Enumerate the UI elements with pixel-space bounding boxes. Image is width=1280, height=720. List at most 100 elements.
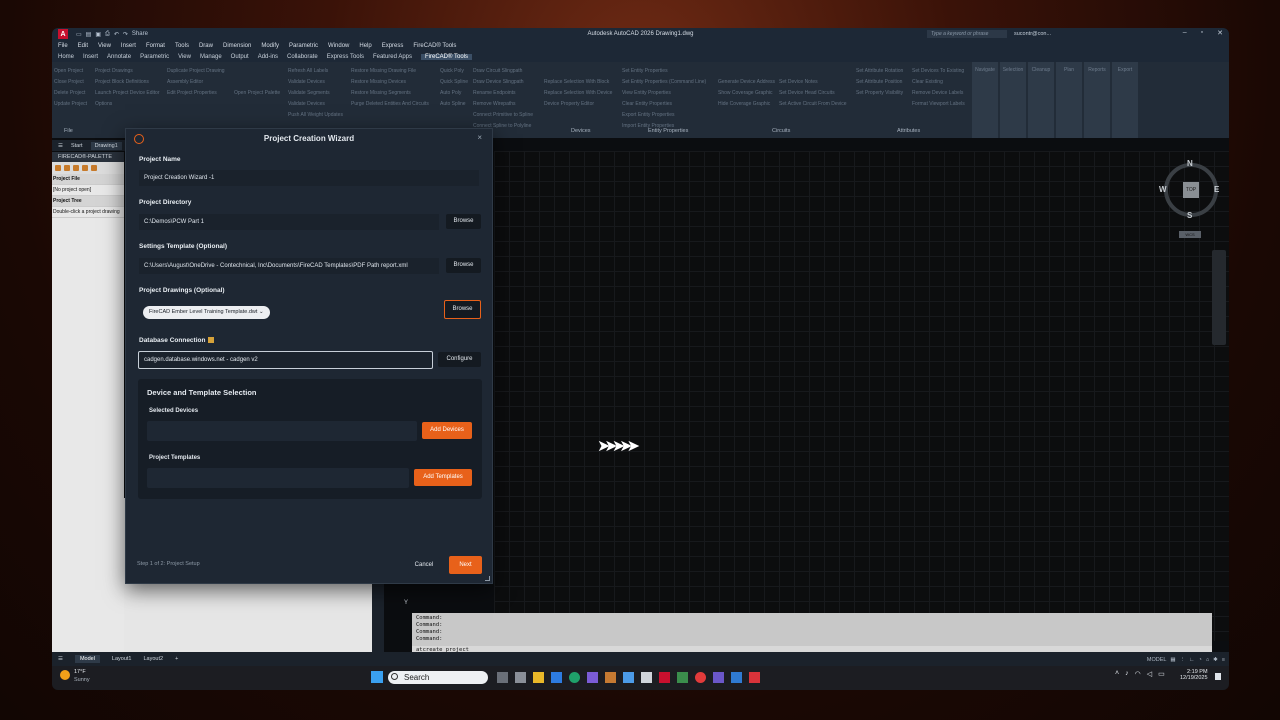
save-icon[interactable]	[82, 165, 88, 171]
drawing-canvas[interactable]	[494, 151, 1229, 641]
menu-parametric[interactable]: Parametric	[289, 43, 318, 49]
ribbon-item[interactable]: Assembly Editor	[167, 77, 225, 88]
drawing-chip[interactable]: FireCAD Ember Level Training Template.dw…	[143, 306, 270, 319]
app-icon[interactable]	[677, 672, 688, 683]
ribbon-item[interactable]: Open Project	[54, 66, 87, 77]
database-connection-input[interactable]: cadgen.database.windows.net - cadgen v2	[138, 351, 433, 369]
tab-model[interactable]: Model	[74, 655, 100, 663]
ribbon-item[interactable]: Replace Selection With Device	[544, 88, 612, 99]
hamburger-icon[interactable]: ☰	[58, 143, 63, 149]
keyword-search-input[interactable]: Type a keyword or phrase	[927, 30, 1007, 38]
ribbon-item[interactable]: Generate Device Address	[718, 77, 775, 88]
ribbon-label-entity-properties[interactable]: Entity Properties	[648, 128, 688, 134]
add-templates-button[interactable]: Add Templates	[414, 469, 472, 486]
navigation-bar[interactable]	[1212, 250, 1226, 345]
add-devices-button[interactable]: Add Devices	[422, 422, 472, 439]
ribbon-item[interactable]: Restore Missing Devices	[351, 77, 429, 88]
tab-manage[interactable]: Manage	[200, 54, 222, 60]
browse-directory-button[interactable]: Browse	[446, 214, 481, 229]
tab-output[interactable]: Output	[231, 54, 249, 60]
ribbon-item[interactable]: Show Coverage Graphic	[718, 88, 775, 99]
project-name-input[interactable]: Project Creation Wizard -1	[139, 170, 479, 186]
compass-south[interactable]: S	[1187, 211, 1192, 220]
app-icon[interactable]	[641, 672, 652, 683]
ribbon-item[interactable]: Validate Devices	[288, 77, 343, 88]
widgets-icon[interactable]	[515, 672, 526, 683]
project-directory-input[interactable]: C:\Demos\PCW Part 1	[139, 214, 439, 230]
weather-temp[interactable]: 17°F	[74, 669, 86, 675]
refresh-icon[interactable]	[73, 165, 79, 171]
app-icon[interactable]	[587, 672, 598, 683]
clock[interactable]: 2:19 PM 12/19/2025	[1180, 669, 1208, 681]
ribbon-item[interactable]: Options	[95, 99, 159, 110]
ribbon-item[interactable]: Set Property Visibility	[856, 88, 903, 99]
ribbon-item[interactable]: Set Active Circuit From Device	[779, 99, 847, 110]
tab-collaborate[interactable]: Collaborate	[287, 54, 318, 60]
tab-annotate[interactable]: Annotate	[107, 54, 131, 60]
ribbon-item[interactable]: Set Entity Properties (Command Line)	[622, 77, 706, 88]
mic-icon[interactable]: ♪	[1125, 670, 1129, 678]
app-logo-icon[interactable]: A	[58, 29, 68, 39]
menu-draw[interactable]: Draw	[199, 43, 213, 49]
ribbon-item[interactable]: Delete Project	[54, 88, 87, 99]
polar-icon[interactable]: ◔	[1199, 657, 1202, 663]
ribbon-label-circuits[interactable]: Circuits	[772, 128, 790, 134]
ribbon-item[interactable]: Draw Device Slingpath	[473, 77, 533, 88]
copilot-icon[interactable]	[551, 672, 562, 683]
task-view-icon[interactable]	[497, 672, 508, 683]
ribbon-item[interactable]: Connect Primitive to Spline	[473, 110, 533, 121]
tab-start[interactable]: Start	[71, 143, 83, 149]
menu-view[interactable]: View	[98, 43, 111, 49]
ortho-icon[interactable]: ∟	[1189, 657, 1194, 663]
user-account[interactable]: sucontr@con...	[1014, 31, 1051, 37]
reports-button[interactable]: Reports	[1084, 62, 1110, 138]
undo-icon[interactable]: ↶	[114, 31, 119, 38]
save-icon[interactable]: ▣	[95, 31, 101, 38]
ribbon-item[interactable]: Update Project	[54, 99, 87, 110]
wifi-icon[interactable]: ◠	[1135, 670, 1141, 678]
customize-icon[interactable]: ≡	[1222, 657, 1225, 663]
resize-grip-icon[interactable]	[485, 576, 490, 581]
viewcube[interactable]: TOP	[1164, 163, 1218, 217]
battery-icon[interactable]: ▭	[1158, 670, 1165, 678]
ribbon-item[interactable]: Validate Segments	[288, 88, 343, 99]
ribbon-item[interactable]: Project Block Definitions	[95, 77, 159, 88]
tab-add-ins[interactable]: Add-ins	[258, 54, 278, 60]
plan-button[interactable]: Plan	[1056, 62, 1082, 138]
tab-firecad-tools[interactable]: FireCAD® Tools	[421, 53, 472, 60]
ribbon-item[interactable]: Purge Deleted Entities And Circuits	[351, 99, 429, 110]
browse-drawings-button[interactable]: Browse	[444, 300, 481, 319]
ribbon-item[interactable]: Open Project Palette	[234, 88, 280, 99]
configure-button[interactable]: Configure	[438, 352, 481, 367]
ribbon-label-attributes[interactable]: Attributes	[897, 128, 920, 134]
ribbon-item[interactable]: Quick Spline	[440, 77, 468, 88]
notification-bell-icon[interactable]	[1215, 673, 1221, 680]
edge-icon[interactable]	[569, 672, 580, 683]
tab-drawing1[interactable]: Drawing1	[90, 141, 122, 150]
close-icon[interactable]: ×	[477, 133, 482, 142]
menu-window[interactable]: Window	[328, 43, 349, 49]
cancel-button[interactable]: Cancel	[408, 557, 440, 574]
ribbon-item[interactable]: Set Attribute Position	[856, 77, 903, 88]
wcs-menu[interactable]: WCS	[1179, 231, 1201, 238]
tab-insert[interactable]: Insert	[83, 54, 98, 60]
redo-icon[interactable]: ↷	[123, 31, 128, 38]
outlook-icon[interactable]	[731, 672, 742, 683]
app-icon[interactable]	[605, 672, 616, 683]
cleanup-button[interactable]: Cleanup	[1028, 62, 1054, 138]
add-layout-icon[interactable]: +	[175, 656, 178, 662]
ribbon-label-file[interactable]: File	[64, 128, 73, 134]
print-icon[interactable]: ⎙	[105, 31, 110, 38]
menu-edit[interactable]: Edit	[78, 43, 88, 49]
menu-tools[interactable]: Tools	[175, 43, 189, 49]
ribbon-item[interactable]: Export Entity Properties	[622, 110, 706, 121]
ribbon-item[interactable]: Set Device Notes	[779, 77, 847, 88]
tab-parametric[interactable]: Parametric	[140, 54, 169, 60]
viewcube-top[interactable]: TOP	[1183, 182, 1199, 198]
ribbon-item[interactable]: Project Drawings	[95, 66, 159, 77]
app-icon[interactable]	[749, 672, 760, 683]
navigate-button[interactable]: Navigate	[972, 62, 998, 138]
grid-icon[interactable]: ▦	[1170, 657, 1175, 663]
snap-icon[interactable]: ⋮	[1180, 657, 1186, 663]
tab-featured-apps[interactable]: Featured Apps	[373, 54, 412, 60]
